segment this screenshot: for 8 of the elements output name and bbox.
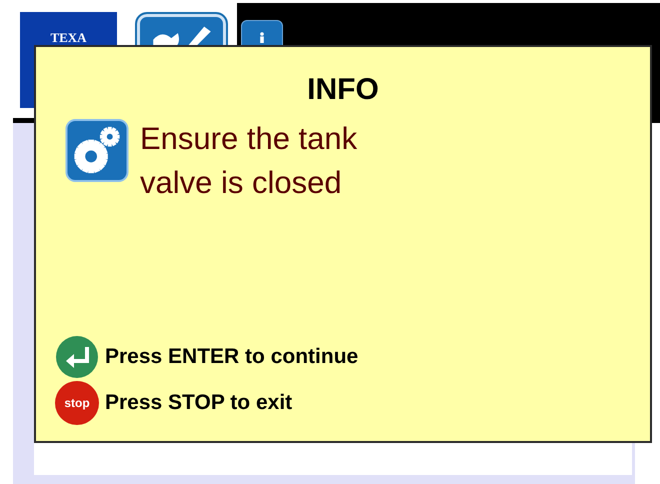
- gears-icon: [64, 119, 130, 182]
- logo-text: TEXA: [50, 32, 87, 44]
- instruction-text: Press ENTER to continue: [105, 345, 358, 369]
- enter-icon: [55, 335, 99, 379]
- instruction-text: Press STOP to exit: [105, 391, 292, 415]
- message-text: Ensure the tank valve is closed: [140, 120, 358, 202]
- dialog-title: INFO: [306, 73, 380, 107]
- stop-icon: stop: [55, 381, 99, 425]
